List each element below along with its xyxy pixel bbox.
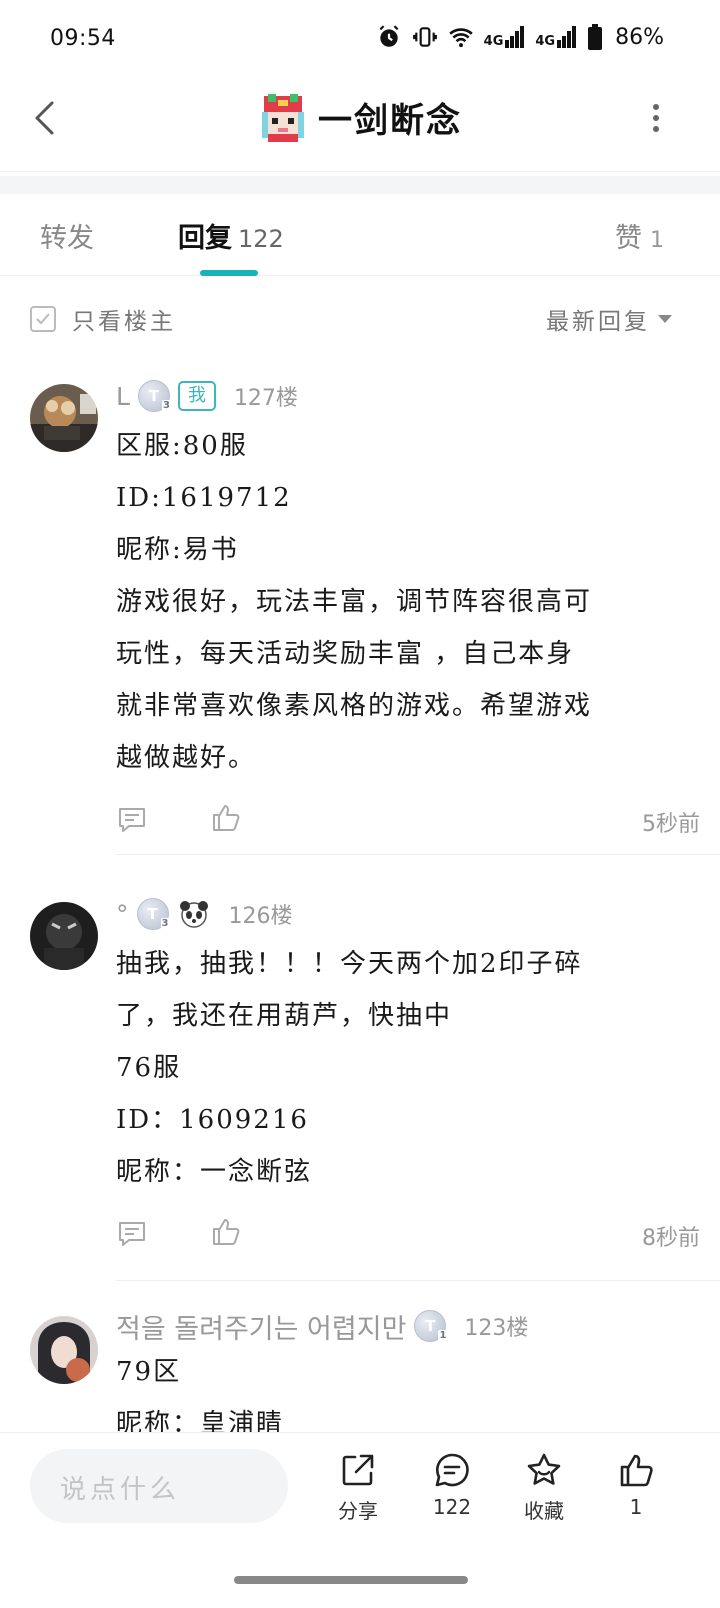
- timestamp: 8秒前: [642, 1226, 700, 1251]
- comment-input-placeholder: 说点什么: [60, 1475, 181, 1505]
- comment-body: 적을 돌려주기는 어렵지만 T1 123楼 79区 昵称：皇浦睛: [116, 1306, 700, 1432]
- tab-repost[interactable]: 转发: [40, 216, 94, 255]
- comment-meta: 적을 돌려주기는 어렵지만 T1 123楼: [116, 1306, 700, 1346]
- tab-like[interactable]: 赞1: [615, 216, 664, 255]
- favorite-label: 收藏: [524, 1499, 564, 1523]
- comment-line: 昵称:易书: [116, 535, 239, 565]
- status-time: 09:54: [50, 26, 116, 51]
- battery-percent: 86%: [615, 24, 664, 50]
- thumbs-up-icon: [620, 1454, 653, 1487]
- only-op-checkbox[interactable]: [30, 306, 56, 332]
- avatar[interactable]: [30, 1316, 98, 1384]
- header: 一剑断念: [0, 80, 720, 172]
- comment-actions: 8秒前: [116, 1212, 700, 1260]
- level-badge-icon: T1: [414, 1310, 448, 1342]
- favorite-button[interactable]: 收藏: [504, 1451, 584, 1524]
- home-indicator[interactable]: [234, 1576, 468, 1584]
- comment-line: 就非常喜欢像素风格的游戏。希望游戏: [116, 691, 593, 721]
- share-label: 分享: [338, 1499, 378, 1523]
- me-badge: 我: [177, 381, 216, 411]
- comment-meta: L T3 我 127楼: [116, 376, 700, 416]
- comment-input[interactable]: 说点什么: [30, 1449, 288, 1523]
- comment-count: 122: [432, 1495, 472, 1519]
- divider: [116, 1280, 720, 1281]
- comment-item: 적을 돌려주기는 어렵지만 T1 123楼 79区 昵称：皇浦睛: [0, 1306, 720, 1432]
- comment-item: L T3 我 127楼 区服:80服 ID:1619712 昵称:易书 游戏很好…: [0, 376, 720, 855]
- comment-line: 抽我，抽我！！！今天两个加2印子碎: [116, 949, 583, 979]
- header-title-group[interactable]: 一剑断念: [0, 92, 720, 142]
- timestamp: 5秒前: [642, 812, 700, 837]
- star-icon: [527, 1453, 561, 1485]
- comment-meta: ° T3 126楼: [116, 894, 700, 934]
- check-icon: [36, 313, 50, 325]
- panda-badge-icon: [179, 901, 208, 928]
- like-count-bottom: 1: [629, 1495, 643, 1519]
- divider: [116, 854, 720, 855]
- level-badge-icon: T3: [137, 380, 171, 412]
- more-button[interactable]: [648, 104, 664, 132]
- reply-count: 122: [238, 225, 284, 253]
- comment-body: ° T3 126楼 抽我，抽我！！！今天两个加2印子碎 了，我还在用葫芦，快抽中…: [116, 894, 700, 1260]
- comment-body: L T3 我 127楼 区服:80服 ID:1619712 昵称:易书 游戏很好…: [116, 376, 700, 846]
- comment-line: ID:1619712: [116, 483, 292, 513]
- username[interactable]: 적을 돌려주기는 어렵지만: [116, 1307, 406, 1346]
- comment-line: 了，我还在用葫芦，快抽中: [116, 1001, 453, 1031]
- status-bar: 09:54 4G 4G 86%: [0, 0, 720, 80]
- only-op-label: 只看楼主: [72, 309, 176, 335]
- caret-down-icon: [658, 315, 672, 323]
- thumbs-up-icon[interactable]: [210, 1216, 242, 1248]
- comment-line: 玩性，每天活动奖励丰富 ，自己本身: [116, 639, 575, 669]
- page-title: 一剑断念: [318, 100, 462, 141]
- comment-line: 昵称：皇浦睛: [116, 1409, 285, 1432]
- signal-icon: 4G: [535, 26, 577, 48]
- like-button[interactable]: 1: [596, 1451, 676, 1519]
- share-icon: [342, 1454, 374, 1486]
- comments-button[interactable]: 122: [412, 1451, 492, 1519]
- floor-number: 127楼: [233, 386, 298, 411]
- comment-content: 区服:80服 ID:1619712 昵称:易书 游戏很好，玩法丰富，调节阵容很高…: [116, 420, 700, 784]
- tab-bar: 转发 回复 122 赞1: [0, 196, 720, 276]
- sort-dropdown[interactable]: 最新回复: [546, 302, 672, 336]
- username[interactable]: L: [116, 382, 130, 411]
- filter-row: 只看楼主 最新回复: [0, 278, 720, 356]
- alarm-icon: [379, 25, 399, 47]
- section-divider: [0, 176, 720, 194]
- more-vertical-icon: [653, 104, 659, 110]
- tab-reply[interactable]: 回复 122: [178, 216, 284, 255]
- status-icons: 4G 4G 86%: [376, 24, 664, 50]
- comment-item: ° T3 126楼 抽我，抽我！！！今天两个加2印子碎 了，我还在用葫芦，快抽中…: [0, 894, 720, 1281]
- avatar[interactable]: [30, 384, 98, 452]
- like-count: 1: [650, 228, 664, 253]
- comment-line: 区服:80服: [116, 431, 248, 461]
- comment-line: 游戏很好，玩法丰富，调节阵容很高可: [116, 587, 593, 617]
- comment-line: 昵称：一念断弦: [116, 1157, 313, 1187]
- active-tab-indicator: [200, 270, 258, 276]
- comment-content: 79区 昵称：皇浦睛: [116, 1346, 700, 1432]
- signal-icon: 4G: [484, 26, 526, 48]
- comment-actions: 5秒前: [116, 798, 700, 846]
- floor-number: 126楼: [228, 904, 293, 929]
- comment-bubble-icon: [435, 1453, 469, 1487]
- only-op-toggle[interactable]: 只看楼主: [30, 302, 176, 336]
- comment-content: 抽我，抽我！！！今天两个加2印子碎 了，我还在用葫芦，快抽中 76服 ID：16…: [116, 938, 700, 1198]
- comment-line: ID：1609216: [116, 1105, 309, 1135]
- comment-line: 79区: [116, 1357, 182, 1387]
- comment-line: 76服: [116, 1053, 182, 1083]
- battery-icon: [588, 24, 603, 50]
- share-button[interactable]: 分享: [318, 1451, 398, 1524]
- username[interactable]: °: [116, 900, 129, 929]
- vibrate-icon: [412, 27, 437, 47]
- sort-label: 最新回复: [546, 309, 650, 335]
- reply-icon[interactable]: [116, 1218, 148, 1250]
- floor-number: 123楼: [464, 1316, 529, 1341]
- wifi-icon: [448, 28, 473, 48]
- reply-icon[interactable]: [116, 804, 148, 836]
- bottom-action-bar: 说点什么 分享 122 收藏 1: [0, 1432, 720, 1538]
- thumbs-up-icon[interactable]: [210, 802, 242, 834]
- level-badge-icon: T3: [136, 898, 170, 930]
- avatar[interactable]: [30, 902, 98, 970]
- game-icon: [258, 92, 308, 142]
- comment-line: 越做越好。: [116, 743, 257, 773]
